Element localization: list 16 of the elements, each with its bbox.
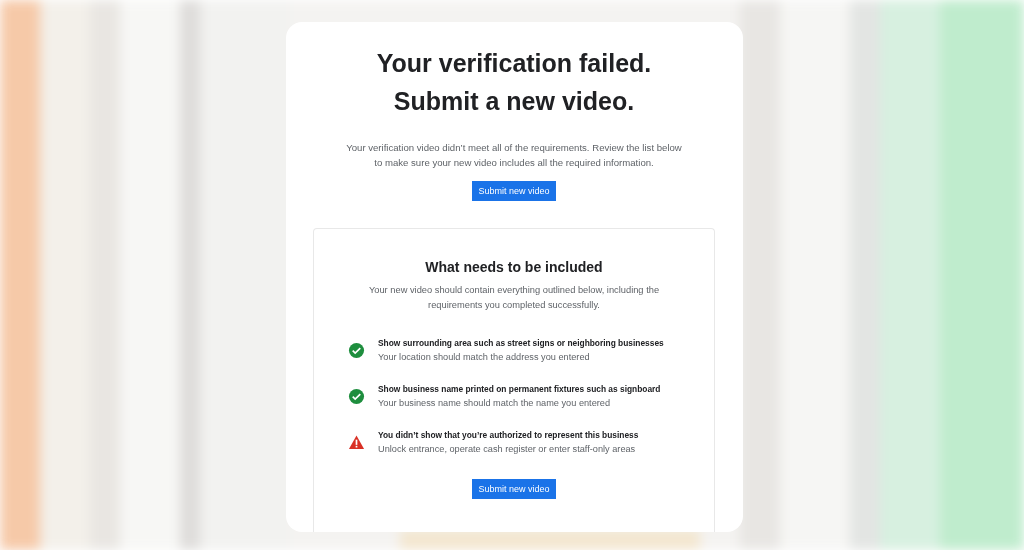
requirement-detail: Your location should match the address you entered [378, 352, 591, 362]
submit-video-button[interactable]: Submit new video [472, 181, 556, 201]
section-description: Your new video should contain everything outlined below, including the requirements you completed successfully. [367, 284, 661, 312]
page-title: Your verification failed. [376, 48, 652, 79]
requirement-detail: Your business name should match the name you entered [378, 398, 612, 408]
requirement-title: You didn’t show that you’re authorized to represent this business [378, 430, 639, 440]
description-text: Your verification video didn’t meet all of the requirements. Review the list below to make sure your new video includes all the required information. [345, 141, 683, 170]
warning-icon [348, 434, 365, 451]
page-title: Submit a new video. [393, 86, 635, 117]
check-circle-icon [348, 388, 365, 405]
requirement-detail: Unlock entrance, operate cash register or enter staff-only areas [378, 444, 637, 454]
section-title: What needs to be included [425, 259, 603, 275]
submit-video-button[interactable]: Submit new video [472, 479, 556, 499]
requirement-title: Show surrounding area such as street signs or neighboring businesses [378, 338, 664, 348]
check-circle-icon [348, 342, 365, 359]
requirement-title: Show business name printed on permanent fixtures such as signboard [378, 384, 661, 394]
